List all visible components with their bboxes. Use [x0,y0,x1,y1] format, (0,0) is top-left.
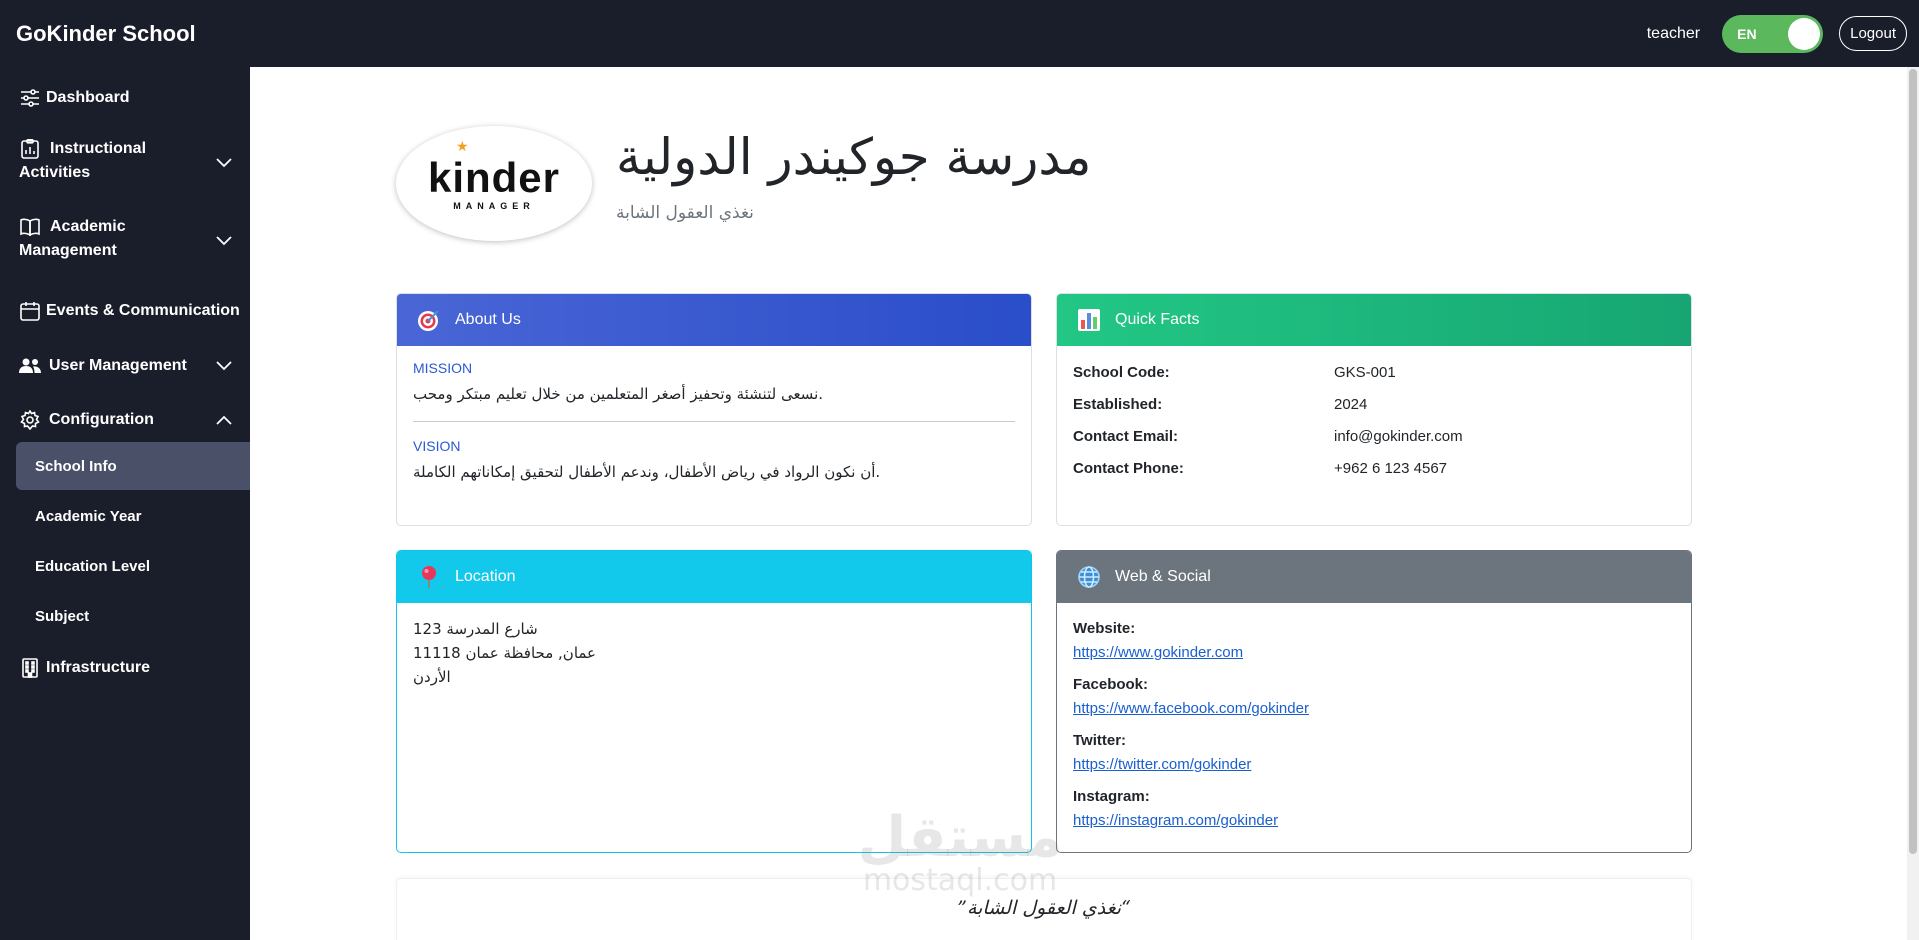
fact-value: info@gokinder.com [1334,427,1463,445]
facebook-label: Facebook: [1073,676,1149,693]
top-navbar: GoKinder School teacher EN Logout [0,0,1919,67]
fact-value: 2024 [1334,395,1368,413]
sidebar-item-user-management[interactable]: User Management [0,346,250,386]
users-icon [18,355,42,377]
chevron-down-icon [216,233,232,249]
sidebar-item-configuration[interactable]: Configuration [0,400,250,440]
sidebar: Dashboard Instructional Activities Acade… [0,67,250,940]
target-icon [415,306,443,334]
divider [413,421,1015,422]
quick-facts-header: Quick Facts [1057,294,1691,346]
fact-key: School Code: [1073,363,1170,381]
mission-label: MISSION [413,360,473,376]
fact-row: Contact Phone: +962 6 123 4567 [1073,452,1675,484]
about-us-card: About Us MISSION نسعى لتنشئة وتحفيز أصغر… [396,293,1032,526]
mission-text: نسعى لتنشئة وتحفيز أصغر المتعلمين من خلا… [413,385,824,403]
language-label: EN [1737,25,1757,42]
chevron-down-icon [216,358,232,374]
logout-button[interactable]: Logout [1839,16,1907,51]
facebook-link[interactable]: https://www.facebook.com/gokinder [1073,697,1675,721]
sidebar-item-label: Events & Communication [46,302,240,319]
fact-key: Contact Phone: [1073,459,1184,477]
quote-text: ”نغذي العقول الشابة“ [957,897,1131,919]
address-line: الأردن [413,668,451,686]
school-logo: ★ kinder MANAGER [396,126,592,241]
address-line: عمان, محافظة عمان 11118 [413,644,597,662]
sidebar-item-events-communication[interactable]: Events & Communication [0,291,250,331]
logo-word: kinder [427,153,561,201]
location-title: Location [455,568,516,585]
about-us-title: About Us [455,311,521,328]
fact-row: Contact Email: info@gokinder.com [1073,420,1675,452]
gear-icon [18,409,42,431]
fact-key: Contact Email: [1073,427,1179,445]
twitter-link[interactable]: https://twitter.com/gokinder [1073,753,1675,777]
quick-facts-card: Quick Facts School Code: GKS-001 Establi… [1056,293,1692,526]
location-header: Location [397,551,1031,603]
chevron-up-icon [216,412,232,428]
logo-subtitle: MANAGER [453,200,535,211]
instagram-link[interactable]: https://instagram.com/gokinder [1073,809,1675,833]
web-social-title: Web & Social [1115,568,1211,585]
web-social-body: Website: https://www.gokinder.com Facebo… [1057,603,1691,852]
clipboard-chart-icon [18,138,42,160]
sidebar-item-label: Instructional [50,140,147,157]
school-tagline: نغذي العقول الشابة [616,203,754,223]
building-icon [18,657,42,679]
bar-chart-icon [1075,306,1103,334]
sidebar-item-label: Dashboard [46,89,130,106]
calendar-icon [18,300,42,322]
pin-icon [415,563,443,591]
sidebar-item-academic-management[interactable]: Academic Management [0,215,250,271]
twitter-label: Twitter: [1073,732,1127,749]
fact-value: +962 6 123 4567 [1334,459,1448,477]
vision-text: أن نكون الرواد في رياض الأطفال، وندعم ال… [413,463,881,481]
web-social-card: Web & Social Website: https://www.gokind… [1056,550,1692,853]
topbar-actions: teacher EN Logout [1646,14,1907,53]
web-social-header: Web & Social [1057,551,1691,603]
globe-icon [1075,563,1103,591]
sidebar-item-label: User Management [49,357,187,374]
chevron-down-icon [216,155,232,171]
website-link[interactable]: https://www.gokinder.com [1073,641,1675,665]
sidebar-item-instructional-activities[interactable]: Instructional Activities [0,137,250,193]
sidebar-item-label-line2: Activities [19,164,91,181]
sidebar-item-dashboard[interactable]: Dashboard [0,82,250,114]
fact-key: Established: [1073,395,1163,413]
toggle-knob [1788,17,1821,50]
location-body: شارع المدرسة 123 عمان, محافظة عمان 11118… [397,603,1031,703]
sidebar-item-label: Infrastructure [46,659,151,676]
sidebar-item-label: Configuration [49,411,154,428]
language-toggle[interactable]: EN [1722,14,1824,53]
instagram-label: Instagram: [1073,788,1150,805]
user-role-label: teacher [1646,24,1701,42]
brand-title[interactable]: GoKinder School [16,21,196,47]
sliders-icon [18,87,42,109]
star-icon: ★ [456,138,469,154]
sidebar-subitem-subject[interactable]: Subject [16,592,250,640]
about-us-header: About Us [397,294,1031,346]
quote-card: ”نغذي العقول الشابة“ [396,878,1692,940]
sidebar-subitem-education-level[interactable]: Education Level [16,542,250,590]
quick-facts-body: School Code: GKS-001 Established: 2024 C… [1057,346,1691,498]
about-us-body: MISSION نسعى لتنشئة وتحفيز أصغر المتعلمي… [397,346,1031,495]
sidebar-item-infrastructure[interactable]: Infrastructure [0,648,250,688]
sidebar-item-label: Academic [50,218,126,235]
quick-facts-title: Quick Facts [1115,311,1200,328]
vision-label: VISION [413,438,461,454]
school-name: مدرسة جوكيندر الدولية [616,128,1092,186]
website-label: Website: [1073,620,1136,637]
sidebar-subitem-academic-year[interactable]: Academic Year [16,492,250,540]
fact-value: GKS-001 [1334,363,1396,381]
book-icon [18,216,42,238]
fact-row: School Code: GKS-001 [1073,356,1675,388]
sidebar-subitem-school-info[interactable]: School Info [16,442,250,490]
scrollbar-thumb[interactable] [1909,69,1917,854]
fact-row: Established: 2024 [1073,388,1675,420]
sidebar-item-label-line2: Management [19,242,117,259]
address-line: شارع المدرسة 123 [413,620,538,638]
location-card: Location شارع المدرسة 123 عمان, محافظة ع… [396,550,1032,853]
vertical-scrollbar[interactable] [1907,67,1919,940]
